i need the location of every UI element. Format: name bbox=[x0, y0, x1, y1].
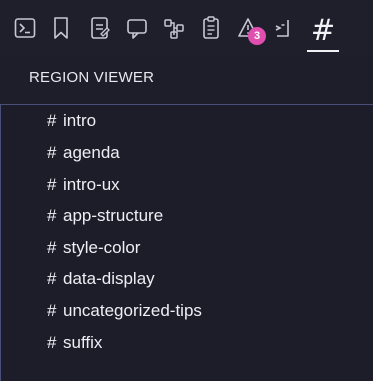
hash-prefix: # bbox=[47, 238, 57, 257]
region-label: uncategorized-tips bbox=[63, 301, 202, 320]
hash-prefix: # bbox=[47, 333, 57, 352]
hash-prefix: # bbox=[47, 143, 57, 162]
region-item-agenda[interactable]: # agenda bbox=[47, 141, 120, 165]
region-list: # intro # agenda # intro-ux # app-structure … bbox=[0, 104, 373, 381]
region-label: agenda bbox=[63, 143, 120, 162]
region-item-style-color[interactable]: # style-color bbox=[47, 236, 140, 260]
active-tab-indicator bbox=[307, 50, 339, 52]
region-item-data-display[interactable]: # data-display bbox=[47, 267, 155, 291]
hash-prefix: # bbox=[47, 111, 57, 130]
hash-prefix: # bbox=[47, 269, 57, 288]
region-label: app-structure bbox=[63, 206, 164, 225]
hash-icon[interactable]: # bbox=[307, 10, 339, 52]
region-label: data-display bbox=[63, 269, 155, 288]
region-item-suffix[interactable]: # suffix bbox=[47, 331, 102, 355]
bookmark-icon[interactable] bbox=[49, 14, 73, 42]
hash-prefix: # bbox=[47, 206, 57, 225]
terminal-icon[interactable] bbox=[13, 14, 37, 42]
list-divider bbox=[0, 105, 1, 381]
code-icon[interactable] bbox=[271, 14, 295, 42]
region-label: intro bbox=[63, 111, 97, 130]
comment-icon[interactable] bbox=[125, 14, 149, 42]
region-item-intro[interactable]: # intro bbox=[47, 109, 96, 133]
panel-title: REGION VIEWER bbox=[29, 69, 155, 86]
warning-count-badge: 3 bbox=[248, 27, 266, 45]
region-item-app-structure[interactable]: # app-structure bbox=[47, 204, 163, 228]
hash-prefix: # bbox=[47, 175, 57, 194]
region-label: intro-ux bbox=[63, 175, 120, 194]
document-edit-icon[interactable] bbox=[88, 14, 112, 42]
structure-icon[interactable] bbox=[162, 14, 186, 42]
hash-glyph: # bbox=[310, 13, 336, 47]
region-label: style-color bbox=[63, 238, 141, 257]
toolbar: 3 # bbox=[0, 0, 373, 56]
region-item-uncategorized-tips[interactable]: # uncategorized-tips bbox=[47, 299, 202, 323]
region-label: suffix bbox=[63, 333, 103, 352]
hash-prefix: # bbox=[47, 301, 57, 320]
region-item-intro-ux[interactable]: # intro-ux bbox=[47, 173, 120, 197]
clipboard-icon[interactable] bbox=[199, 14, 223, 42]
